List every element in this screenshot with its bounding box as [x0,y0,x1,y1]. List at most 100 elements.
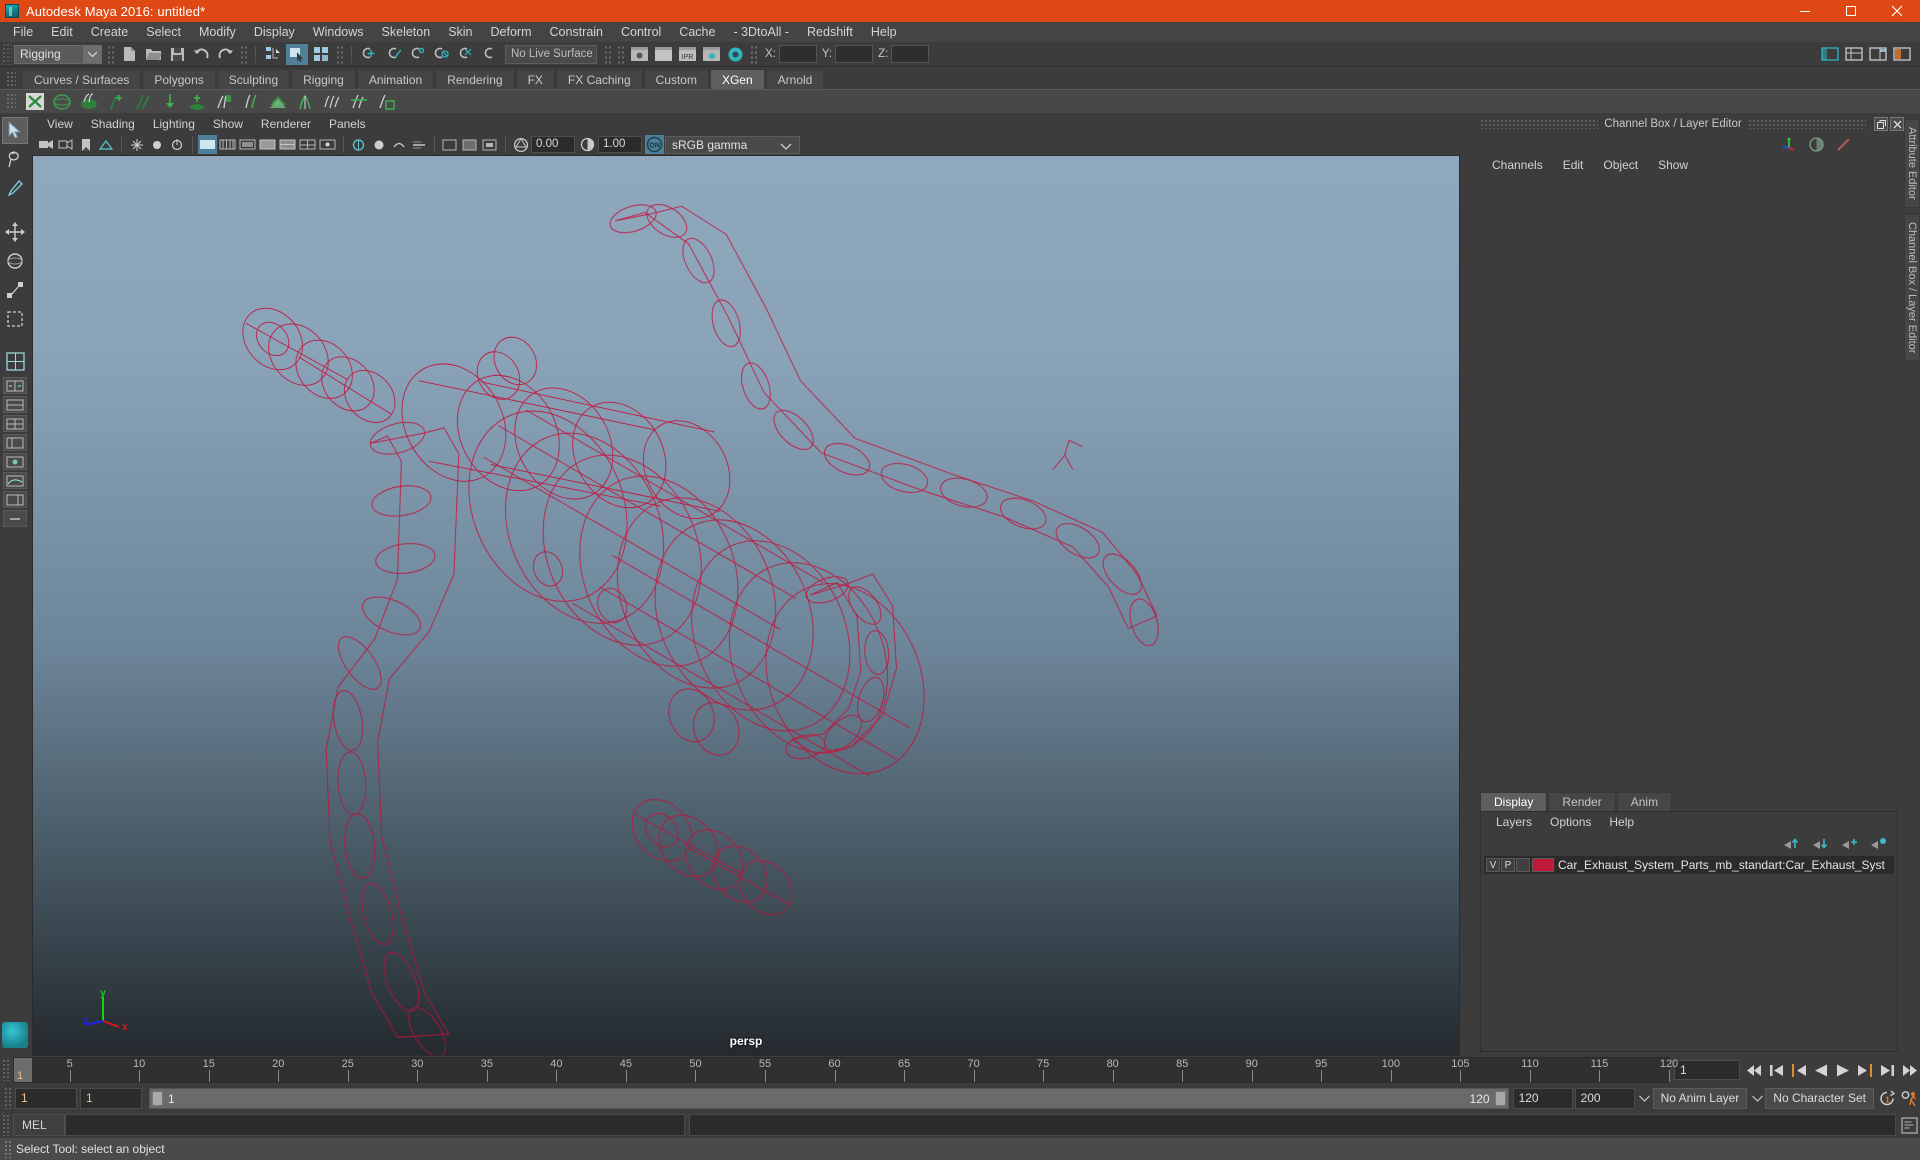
viewport-menu-panels[interactable]: Panels [320,115,375,134]
motion-blur-icon[interactable] [409,135,428,154]
menu-item-redshift[interactable]: Redshift [798,22,862,42]
menu-item-windows[interactable]: Windows [304,22,373,42]
side-tab-attribute-editor[interactable]: Attribute Editor [1904,119,1920,208]
shelf-tab-fx[interactable]: FX [515,69,555,89]
range-end-field[interactable]: 1 [80,1087,142,1109]
toolbar-grip[interactable] [2,43,12,65]
undo-icon[interactable] [190,44,212,65]
move-tool[interactable] [2,218,28,245]
four-pane-layout-icon[interactable] [3,415,27,432]
step-back-frame-icon[interactable] [1788,1059,1810,1081]
step-back-keyframe-icon[interactable] [1766,1059,1788,1081]
viewport-menu-view[interactable]: View [38,115,82,134]
new-layer-icon[interactable] [1841,837,1858,850]
ambient-occlusion-icon[interactable] [167,135,186,154]
menu-item-deform[interactable]: Deform [482,22,541,42]
layer-playback-toggle[interactable]: P [1501,858,1515,872]
menu-item-cache[interactable]: Cache [670,22,724,42]
axis-indicator-icon[interactable] [1780,136,1798,152]
xgen-region-brush-icon[interactable] [238,91,263,113]
ipr-render-icon[interactable]: IPR [676,44,698,65]
xgen-hair-icon[interactable] [76,91,101,113]
step-forward-frame-icon[interactable] [1854,1059,1876,1081]
depth-peel-icon[interactable] [389,135,408,154]
channel-box-icon[interactable] [1867,44,1889,65]
color-management-selector[interactable]: sRGB gamma [665,135,800,154]
shelf-tab-sculpting[interactable]: Sculpting [216,69,291,89]
range-end-handle[interactable] [1494,1090,1506,1106]
xgen-collision-icon[interactable] [373,91,398,113]
character-set-selector[interactable]: No Character Set [1765,1087,1874,1109]
layer-color-swatch[interactable] [1532,858,1554,872]
layer-row[interactable]: V P Car_Exhaust_System_Parts_mb_standart… [1484,856,1894,874]
bookmarks-icon[interactable] [76,135,95,154]
shelf-tab-rendering[interactable]: Rendering [435,69,515,89]
move-layer-down-icon[interactable] [1812,837,1829,850]
shelf-tab-arnold[interactable]: Arnold [765,69,825,89]
modeling-toolkit-icon[interactable] [1891,44,1913,65]
xgen-mask-brush-icon[interactable] [211,91,236,113]
multisample-icon[interactable] [369,135,388,154]
xray-joints-icon[interactable] [460,135,479,154]
command-input-field[interactable] [65,1114,685,1136]
snap-to-point-icon[interactable] [406,44,428,65]
viewport-menu-lighting[interactable]: Lighting [144,115,204,134]
smooth-shade-selected-icon[interactable] [238,135,257,154]
menu-item-edit[interactable]: Edit [42,22,82,42]
menu-item-help[interactable]: Help [862,22,906,42]
object-menu[interactable]: Object [1593,155,1648,175]
shelf-grip[interactable] [6,71,16,87]
xgen-cut-icon[interactable] [346,91,371,113]
layer-visibility-toggle[interactable]: V [1486,858,1500,872]
xgen-width-brush-icon[interactable] [184,91,209,113]
range-start-field[interactable]: 1 [15,1087,77,1109]
options-menu[interactable]: Options [1541,812,1600,832]
xgen-create-description-icon[interactable] [22,91,47,113]
two-sided-lighting-icon[interactable] [127,135,146,154]
rotate-tool[interactable] [2,247,28,274]
menu-item-skin[interactable]: Skin [439,22,481,42]
outliner-persp-layout-icon[interactable] [3,491,27,508]
panel-grip-right[interactable] [1747,119,1867,129]
wireframe-on-shaded-icon[interactable] [278,135,297,154]
make-live-icon[interactable] [478,44,500,65]
wireframe-shading-icon[interactable] [198,135,217,154]
two-pane-stacked-layout-icon[interactable] [3,396,27,413]
open-scene-icon[interactable] [142,44,164,65]
viewport-menu-shading[interactable]: Shading [82,115,144,134]
xgen-density-brush-icon[interactable] [157,91,182,113]
channel-box-icon[interactable] [1808,136,1825,153]
color-management-toggle-icon[interactable]: ON [645,135,664,154]
hypershade-icon[interactable] [724,44,746,65]
play-backwards-icon[interactable] [1810,1059,1832,1081]
snap-to-curve-icon[interactable] [382,44,404,65]
chevron-down-icon[interactable] [1637,1088,1653,1109]
single-perspective-layout-icon[interactable] [2,348,28,375]
attribute-editor-icon[interactable] [1835,136,1852,153]
auto-keyframe-icon[interactable]: 1 [1876,1087,1898,1109]
step-forward-keyframe-icon[interactable] [1876,1059,1898,1081]
shelf-tab-rigging[interactable]: Rigging [291,69,356,89]
persp-graph-layout-icon[interactable] [3,472,27,489]
menu-item-file[interactable]: File [4,22,42,42]
chevron-down-icon[interactable] [1749,1088,1765,1109]
menu-item-skeleton[interactable]: Skeleton [373,22,440,42]
undock-icon[interactable] [1874,117,1889,131]
render-view-icon[interactable] [628,44,650,65]
select-component-icon[interactable] [310,44,332,65]
channel-box-attribute-list[interactable] [1474,175,1904,791]
shelf-tab-animation[interactable]: Animation [356,69,435,89]
snap-to-grid-icon[interactable] [358,44,380,65]
menu-item-create[interactable]: Create [82,22,138,42]
time-slider[interactable]: 1 5 10 15 20 25 30 35 40 45 50 55 60 65 70 75 80 85 90 95 1… [13,1057,1678,1083]
lasso-select-tool[interactable] [2,146,28,173]
anim-layer-selector[interactable]: No Anim Layer [1652,1087,1748,1109]
xgen-clump-icon[interactable] [292,91,317,113]
exposure-field[interactable]: 0.00 [531,136,575,153]
camera-attributes-icon[interactable] [56,135,75,154]
paint-select-tool[interactable] [2,175,28,202]
viewport-menu-show[interactable]: Show [204,115,252,134]
move-layer-up-icon[interactable] [1783,837,1800,850]
redo-icon[interactable] [214,44,236,65]
shelf-tab-xgen[interactable]: XGen [709,69,765,89]
